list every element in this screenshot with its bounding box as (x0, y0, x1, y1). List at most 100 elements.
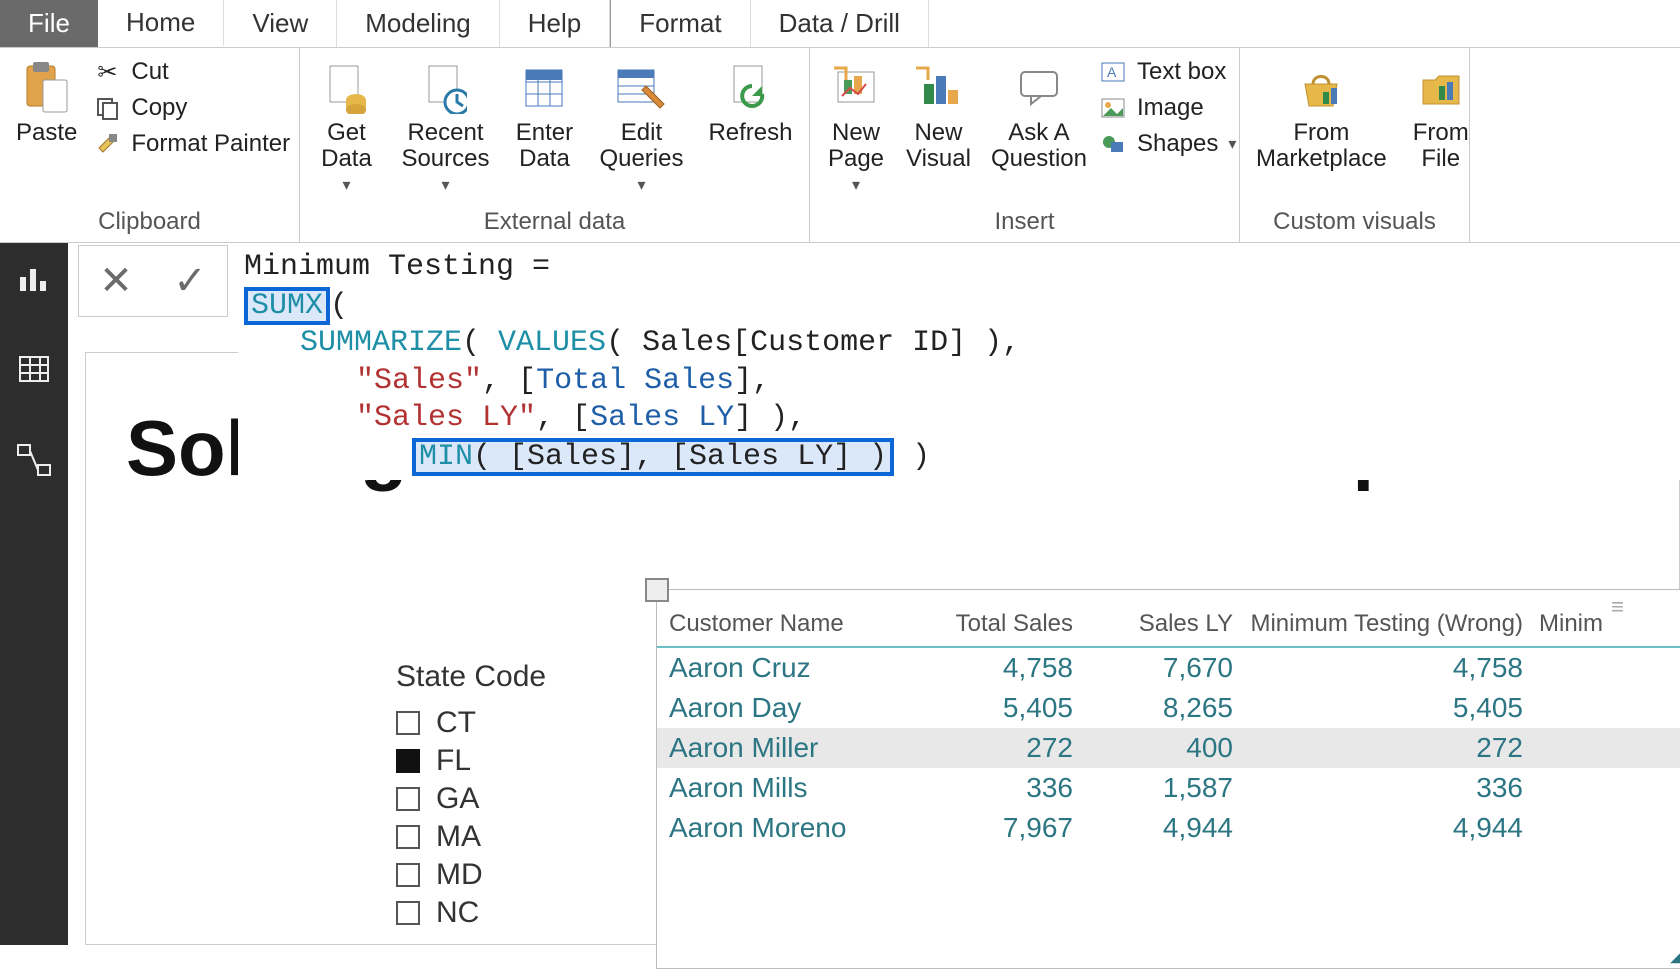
table-row[interactable]: Aaron Day5,4058,2655,405 (657, 688, 1680, 728)
tab-file[interactable]: File (0, 0, 98, 47)
cell-name: Aaron Mills (669, 772, 929, 804)
image-button[interactable]: Image (1099, 94, 1236, 122)
ribbon-group-custom-label: Custom visuals (1248, 204, 1461, 238)
table-header[interactable]: Sales LY (1089, 610, 1249, 638)
recent-sources-button[interactable]: Recent Sources▾ (393, 54, 497, 199)
recent-sources-label: Recent Sources (401, 120, 489, 173)
formula-text: ) (894, 440, 930, 474)
table-header[interactable]: Total Sales (929, 610, 1089, 638)
new-visual-button[interactable]: New Visual (898, 54, 979, 177)
get-data-label: Get Data (321, 120, 372, 173)
ribbon-group-insert: New Page▾ New Visual Ask A Question A Te… (810, 48, 1240, 242)
table-row[interactable]: Aaron Cruz4,7587,6704,758 (657, 648, 1680, 688)
table-icon (16, 351, 52, 387)
slicer-item[interactable]: CT (396, 706, 656, 740)
formula-text: VALUES (498, 326, 606, 360)
cell-minw: 5,405 (1249, 692, 1539, 724)
cut-button[interactable]: ✂ Cut (93, 58, 290, 86)
formula-text: Sales LY (590, 401, 734, 435)
formula-editor[interactable]: Minimum Testing = SUMX( SUMMARIZE( VALUE… (238, 245, 1680, 480)
image-label: Image (1137, 94, 1204, 122)
copy-icon (93, 94, 121, 122)
formula-text: "Sales LY" (356, 401, 536, 435)
report-view-button[interactable] (12, 255, 56, 299)
from-marketplace-button[interactable]: From Marketplace (1248, 54, 1395, 177)
scissors-icon: ✂ (93, 58, 121, 86)
checkbox-icon[interactable] (396, 749, 420, 773)
edit-queries-label: Edit Queries (599, 120, 683, 173)
formula-text: , (482, 364, 518, 398)
ribbon-group-clipboard-label: Clipboard (8, 204, 291, 238)
slicer-item-label: MD (436, 858, 483, 892)
table-row[interactable]: Aaron Mills3361,587336 (657, 768, 1680, 808)
checkbox-icon[interactable] (396, 863, 420, 887)
tab-help[interactable]: Help (500, 0, 610, 47)
tab-home[interactable]: Home (98, 0, 224, 47)
slicer-item[interactable]: MD (396, 858, 656, 892)
checkbox-icon[interactable] (396, 825, 420, 849)
shapes-button[interactable]: Shapes ▾ (1099, 130, 1236, 158)
slicer-item[interactable]: MA (396, 820, 656, 854)
from-file-button[interactable]: From File (1403, 54, 1479, 177)
resize-corner-icon[interactable]: ◢ (1670, 945, 1680, 966)
chevron-down-icon: ▾ (852, 175, 860, 195)
image-icon (1099, 94, 1127, 122)
cell-minw: 4,944 (1249, 812, 1539, 844)
new-page-icon (826, 58, 886, 118)
new-page-button[interactable]: New Page▾ (818, 54, 894, 199)
enter-data-label: Enter Data (516, 120, 573, 173)
data-view-button[interactable] (12, 347, 56, 391)
get-data-button[interactable]: Get Data▾ (308, 54, 384, 199)
tab-datadrill[interactable]: Data / Drill (751, 0, 929, 47)
checkbox-icon[interactable] (396, 711, 420, 735)
cell-min (1539, 812, 1629, 844)
copy-button[interactable]: Copy (93, 94, 290, 122)
slicer-item-label: FL (436, 744, 471, 778)
text-box-icon: A (1099, 58, 1127, 86)
table-row[interactable]: Aaron Moreno7,9674,9444,944 (657, 808, 1680, 848)
tab-modeling[interactable]: Modeling (337, 0, 500, 47)
formula-text: ] (734, 401, 752, 435)
cell-total: 4,758 (929, 652, 1089, 684)
resize-handle-icon[interactable] (645, 578, 669, 602)
cancel-formula-button[interactable]: ✕ (99, 258, 133, 304)
checkbox-icon[interactable] (396, 901, 420, 925)
table-header[interactable]: Minimum Testing (Wrong) (1249, 610, 1539, 638)
chevron-down-icon: ▾ (1228, 134, 1236, 154)
text-box-button[interactable]: A Text box (1099, 58, 1236, 86)
slicer-item[interactable]: NC (396, 896, 656, 930)
tab-view[interactable]: View (224, 0, 337, 47)
cell-min (1539, 692, 1629, 724)
refresh-button[interactable]: Refresh (700, 54, 800, 150)
slicer-item-label: GA (436, 782, 479, 816)
get-data-icon (316, 58, 376, 118)
edit-queries-button[interactable]: Edit Queries▾ (591, 54, 691, 199)
slicer-item[interactable]: FL (396, 744, 656, 778)
checkbox-icon[interactable] (396, 787, 420, 811)
cell-total: 5,405 (929, 692, 1089, 724)
model-view-button[interactable] (12, 439, 56, 483)
tab-format[interactable]: Format (610, 0, 750, 47)
table-row[interactable]: Aaron Miller272400272 (657, 728, 1680, 768)
table-visual[interactable]: ≡ Customer Name Total Sales Sales LY Min… (656, 589, 1680, 969)
tabs-row: File Home View Modeling Help Format Data… (0, 0, 1680, 48)
commit-formula-button[interactable]: ✓ (173, 258, 207, 304)
slicer-title: State Code (396, 660, 656, 694)
format-painter-button[interactable]: Format Painter (93, 130, 290, 158)
state-code-slicer[interactable]: State Code CT FL GA MA MD NC (396, 660, 656, 934)
ask-question-label: Ask A Question (991, 120, 1087, 173)
slicer-item[interactable]: GA (396, 782, 656, 816)
ribbon: Paste ✂ Cut Copy Format Painter (0, 48, 1680, 243)
relationship-icon (16, 443, 52, 479)
table-header[interactable]: Customer Name (669, 610, 929, 638)
left-rail (0, 243, 68, 945)
copy-label: Copy (131, 94, 187, 122)
ask-question-button[interactable]: Ask A Question (983, 54, 1095, 177)
paste-button[interactable]: Paste (8, 54, 85, 150)
cell-total: 272 (929, 732, 1089, 764)
chevron-down-icon: ▾ (342, 175, 350, 195)
ribbon-group-external-label: External data (308, 204, 801, 238)
enter-data-button[interactable]: Enter Data (506, 54, 582, 177)
drag-grip-icon[interactable]: ≡ (1611, 594, 1628, 620)
edit-queries-icon (611, 58, 671, 118)
